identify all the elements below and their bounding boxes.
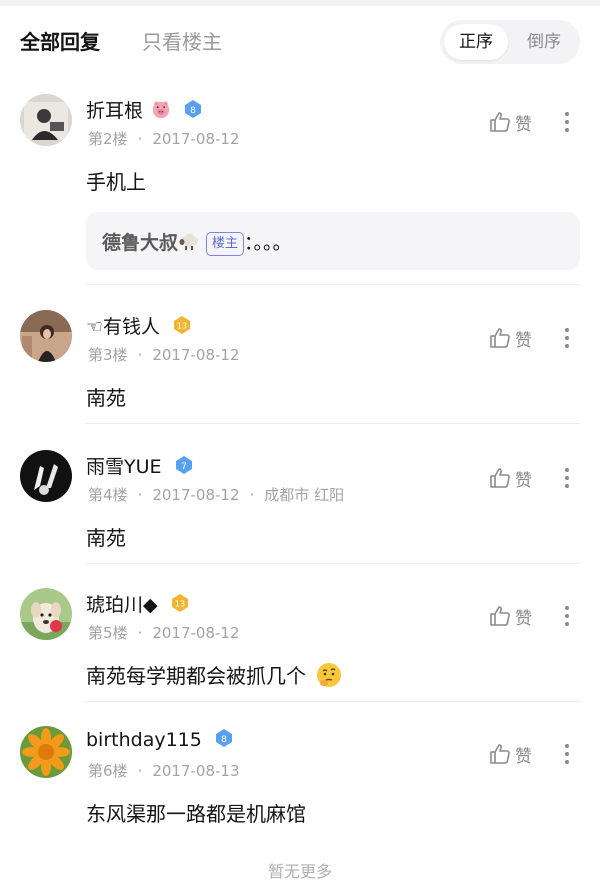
sort-asc-button[interactable]: 正序 xyxy=(444,24,508,60)
more-options-icon[interactable] xyxy=(560,108,574,136)
level-badge-icon: 13 xyxy=(174,316,191,334)
sort-desc-button[interactable]: 倒序 xyxy=(512,24,576,60)
level-badge-icon: 13 xyxy=(171,594,188,612)
like-button[interactable]: 赞 xyxy=(488,602,538,630)
username-row: 琥珀川◆ 13 xyxy=(86,590,190,617)
post-date: 2017-08-12 xyxy=(152,486,240,504)
post-meta: 第6楼 · 2017-08-13 xyxy=(88,762,240,780)
username[interactable]: 琥珀川◆ xyxy=(86,594,158,616)
owner-tag: 楼主 xyxy=(206,232,245,256)
level-badge-icon: 7 xyxy=(175,456,192,474)
username[interactable]: birthday115 xyxy=(86,729,202,751)
post-meta: 第3楼 · 2017-08-12 xyxy=(88,346,240,364)
more-options-icon[interactable] xyxy=(560,602,574,630)
username[interactable]: 折耳根 xyxy=(86,100,143,122)
reply-item: ☜有钱人 13 第3楼 · 2017-08-12 赞 南苑 xyxy=(0,310,600,424)
thumbs-up-icon xyxy=(490,328,510,348)
post-meta: 第5楼 · 2017-08-12 xyxy=(88,624,240,642)
more-options-icon[interactable] xyxy=(560,740,574,768)
quote-line: 德鲁大叔 楼主：。。。 xyxy=(102,228,292,256)
post-date: 2017-08-13 xyxy=(152,762,240,780)
username-row: birthday115 8 xyxy=(86,728,234,751)
like-button[interactable]: 赞 xyxy=(488,740,538,768)
floor-number: 第2楼 xyxy=(88,130,128,148)
avatar[interactable] xyxy=(20,726,72,778)
avatar[interactable] xyxy=(20,94,72,146)
like-label: 赞 xyxy=(515,115,532,135)
tab-all-replies[interactable]: 全部回复 xyxy=(20,26,100,55)
like-label: 赞 xyxy=(515,331,532,351)
post-date: 2017-08-12 xyxy=(152,130,240,148)
level-number: 13 xyxy=(175,600,185,609)
username-row: 雨雪YUE 7 xyxy=(86,452,194,479)
username-row: ☜有钱人 13 xyxy=(86,312,192,339)
reply-item: birthday115 8 第6楼 · 2017-08-13 赞 东风渠那一路都是机… xyxy=(0,726,600,840)
level-number: 8 xyxy=(221,735,227,745)
level-badge-icon: 8 xyxy=(185,100,202,118)
thumbs-up-icon xyxy=(490,606,510,626)
reply-item: 折耳根 8 第2楼 · 2017-08-12 赞 手机上 德鲁大叔 楼主 ：。。… xyxy=(0,94,600,285)
more-options-icon[interactable] xyxy=(560,464,574,492)
reply-content: 南苑 xyxy=(86,386,126,410)
divider xyxy=(86,423,580,424)
reply-text: 南苑每学期都会被抓几个 xyxy=(86,664,306,688)
avatar[interactable] xyxy=(20,310,72,362)
divider xyxy=(86,563,580,564)
divider xyxy=(86,701,580,702)
avatar[interactable] xyxy=(20,450,72,502)
quoted-reply[interactable]: 德鲁大叔 楼主：。。。 xyxy=(86,212,580,270)
quote-text: ：。。。 xyxy=(244,232,292,254)
like-label: 赞 xyxy=(515,747,532,767)
level-number: 7 xyxy=(181,462,187,472)
reply-header: 全部回复 只看楼主 正序 倒序 xyxy=(0,14,600,70)
level-number: 8 xyxy=(190,106,196,116)
floor-number: 第3楼 xyxy=(88,346,128,364)
no-more-text: 暂无更多 xyxy=(267,862,332,881)
more-options-icon[interactable] xyxy=(560,324,574,352)
divider xyxy=(86,284,580,285)
thinking-emoji-icon xyxy=(317,663,342,687)
quote-author[interactable]: 德鲁大叔 xyxy=(102,232,178,254)
avatar[interactable] xyxy=(20,588,72,640)
post-location: 成都市 红阳 xyxy=(264,486,345,504)
like-button[interactable]: 赞 xyxy=(488,324,538,352)
thumbs-up-icon xyxy=(490,468,510,488)
reply-content: 东风渠那一路都是机麻馆 xyxy=(86,802,306,826)
reply-content: 手机上 xyxy=(86,170,146,194)
post-meta: 第2楼 · 2017-08-12 xyxy=(88,130,240,148)
like-label: 赞 xyxy=(515,471,532,491)
username[interactable]: 雨雪YUE xyxy=(86,456,162,478)
reply-content: 南苑 xyxy=(86,526,126,550)
floor-number: 第5楼 xyxy=(88,624,128,642)
username[interactable]: ☜有钱人 xyxy=(86,316,160,338)
floor-number: 第4楼 xyxy=(88,486,128,504)
sort-toggle: 正序 倒序 xyxy=(440,20,580,64)
like-button[interactable]: 赞 xyxy=(488,464,538,492)
post-date: 2017-08-12 xyxy=(152,624,240,642)
like-button[interactable]: 赞 xyxy=(488,108,538,136)
reply-content: 南苑每学期都会被抓几个 xyxy=(86,660,342,689)
pig-emoji-icon xyxy=(152,100,170,119)
level-badge-icon: 8 xyxy=(215,729,232,747)
like-label: 赞 xyxy=(515,609,532,629)
sheep-emoji-icon xyxy=(179,233,199,250)
thumbs-up-icon xyxy=(490,744,510,764)
post-meta: 第4楼 · 2017-08-12 · 成都市 红阳 xyxy=(88,486,345,504)
reply-item: 雨雪YUE 7 第4楼 · 2017-08-12 · 成都市 红阳 赞 南苑 xyxy=(0,450,600,564)
reply-item: 琥珀川◆ 13 第5楼 · 2017-08-12 赞 南苑每学期都会被抓几个 xyxy=(0,588,600,702)
level-number: 13 xyxy=(177,322,187,331)
top-divider xyxy=(0,0,600,6)
post-date: 2017-08-12 xyxy=(152,346,240,364)
username-row: 折耳根 8 xyxy=(86,96,203,123)
thumbs-up-icon xyxy=(490,112,510,132)
floor-number: 第6楼 xyxy=(88,762,128,780)
tab-owner-only[interactable]: 只看楼主 xyxy=(142,26,222,55)
